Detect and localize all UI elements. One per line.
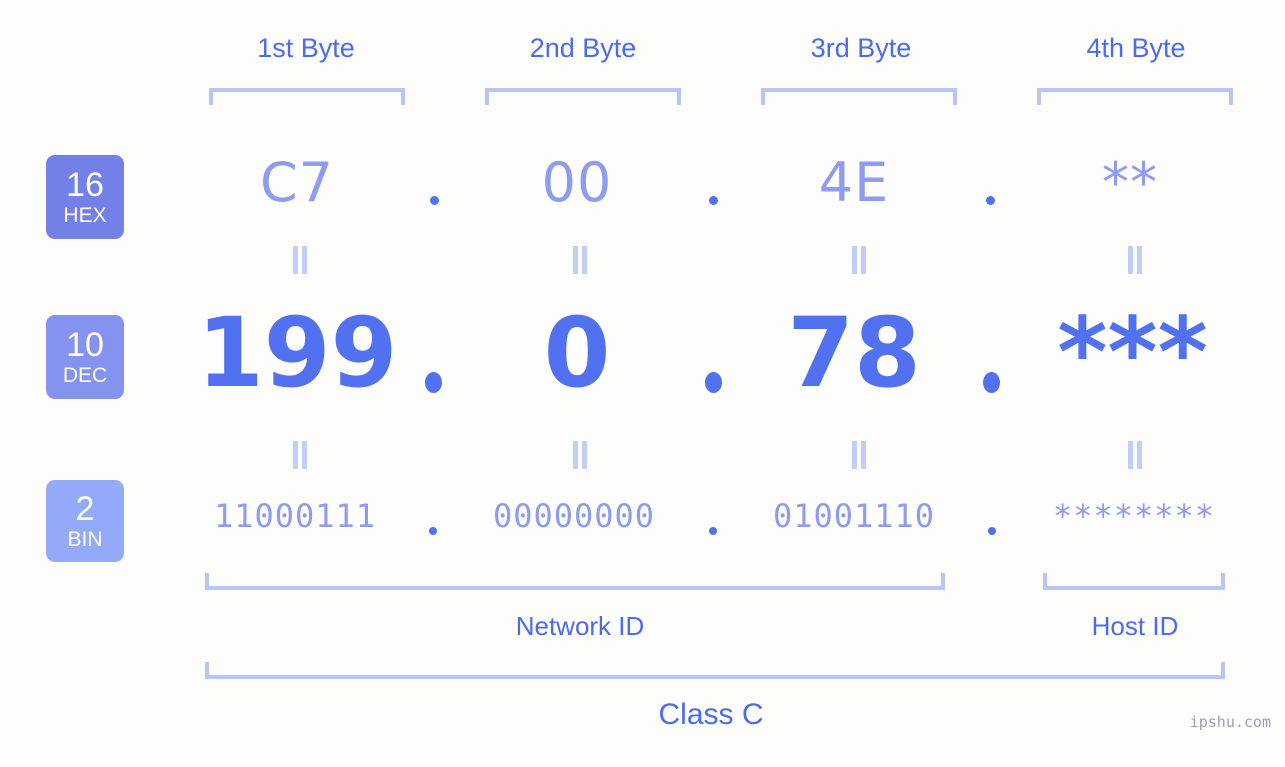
bin-separator-dot-3 bbox=[988, 527, 996, 535]
hex-octet-4: ** bbox=[1102, 151, 1158, 214]
hex-separator-dot-2 bbox=[709, 196, 718, 205]
dec-separator-dot-3 bbox=[983, 372, 1000, 393]
byte-bracket-top-1 bbox=[209, 88, 405, 105]
network-id-label: Network ID bbox=[515, 611, 645, 641]
byte-bracket-top-4 bbox=[1037, 88, 1233, 105]
equality-mark-hex-dec-4 bbox=[1125, 246, 1145, 274]
equality-mark-dec-bin-4 bbox=[1125, 441, 1145, 469]
bin-octet-1: 11000111 bbox=[213, 497, 377, 535]
base-badge-dec-name: DEC bbox=[62, 364, 108, 387]
hex-octet-3: 4E bbox=[818, 151, 890, 214]
class-bracket bbox=[205, 662, 1225, 679]
base-badge-bin-number: 2 bbox=[75, 490, 95, 528]
base-badge-hex-name: HEX bbox=[63, 204, 107, 227]
byte-header-label-4: 4th Byte bbox=[1086, 33, 1186, 63]
base-badge-bin: 2 BIN bbox=[46, 480, 124, 562]
bin-octet-3: 01001110 bbox=[772, 497, 936, 535]
bin-octet-2: 00000000 bbox=[492, 497, 656, 535]
dec-octet-2: 0 bbox=[543, 297, 611, 409]
equality-mark-hex-dec-2 bbox=[570, 246, 590, 274]
base-badge-dec-number: 10 bbox=[66, 326, 104, 364]
dec-separator-dot-2 bbox=[705, 372, 722, 393]
bin-separator-dot-1 bbox=[429, 527, 437, 535]
network-id-bracket bbox=[205, 573, 945, 590]
byte-header-label-2: 2nd Byte bbox=[529, 33, 637, 63]
equality-mark-dec-bin-1 bbox=[290, 441, 310, 469]
equality-mark-hex-dec-1 bbox=[290, 246, 310, 274]
class-label: Class C bbox=[658, 698, 764, 731]
byte-bracket-top-3 bbox=[761, 88, 957, 105]
dec-separator-dot-1 bbox=[425, 372, 442, 393]
equality-mark-hex-dec-3 bbox=[849, 246, 869, 274]
ip-address-breakdown-diagram: 1st Byte 2nd Byte 3rd Byte 4th Byte 16 H… bbox=[0, 0, 1285, 767]
site-watermark: ipshu.com bbox=[1189, 713, 1271, 731]
hex-separator-dot-3 bbox=[986, 196, 995, 205]
base-badge-bin-name: BIN bbox=[67, 528, 103, 551]
dec-octet-3: 78 bbox=[787, 297, 921, 409]
dec-octet-1: 199 bbox=[197, 297, 398, 409]
hex-separator-dot-1 bbox=[430, 196, 439, 205]
bin-octet-4: ******** bbox=[1052, 497, 1216, 535]
hex-octet-2: 00 bbox=[541, 151, 613, 214]
equality-mark-dec-bin-3 bbox=[849, 441, 869, 469]
host-id-label: Host ID bbox=[1091, 611, 1179, 641]
hex-octet-1: C7 bbox=[259, 151, 335, 214]
base-badge-hex-number: 16 bbox=[66, 166, 104, 204]
equality-mark-dec-bin-2 bbox=[570, 441, 590, 469]
byte-header-label-1: 1st Byte bbox=[257, 33, 355, 63]
base-badge-hex: 16 HEX bbox=[46, 155, 124, 239]
bin-separator-dot-2 bbox=[709, 527, 717, 535]
byte-header-label-3: 3rd Byte bbox=[810, 33, 912, 63]
byte-bracket-top-2 bbox=[485, 88, 681, 105]
host-id-bracket bbox=[1043, 573, 1225, 590]
base-badge-dec: 10 DEC bbox=[46, 315, 124, 399]
dec-octet-4: *** bbox=[1057, 297, 1208, 409]
